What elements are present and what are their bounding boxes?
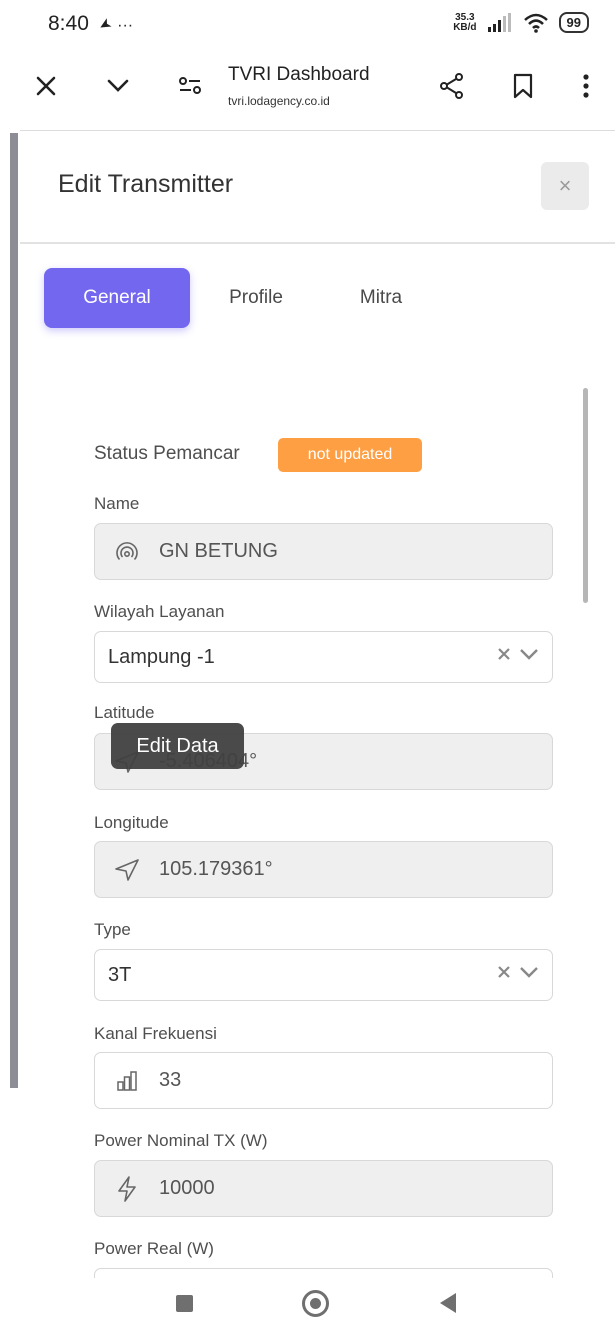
battery-indicator: 99 — [558, 12, 589, 33]
page-title: TVRI Dashboard — [228, 64, 370, 85]
power-real-label: Power Real (W) — [94, 1239, 214, 1258]
power-nominal-label: Power Nominal TX (W) — [94, 1131, 268, 1150]
kanal-frekuensi-value: 33 — [159, 1069, 182, 1091]
chevron-down-icon — [107, 79, 129, 92]
collapse-button[interactable] — [98, 66, 138, 106]
wilayah-layanan-label: Wilayah Layanan — [94, 602, 225, 621]
close-tab-button[interactable] — [26, 66, 66, 106]
tab-profile[interactable]: Profile — [208, 268, 304, 328]
modal-close-button[interactable]: × — [541, 162, 589, 210]
browser-toolbar: TVRI Dashboard tvri.lodagency.co.id — [0, 58, 615, 120]
close-icon: × — [558, 173, 572, 198]
longitude-label: Longitude — [94, 813, 169, 832]
edit-data-tooltip: Edit Data — [111, 723, 244, 769]
status-time: 8:40 ➤ ··· — [48, 12, 134, 36]
type-label: Type — [94, 920, 131, 939]
clear-icon[interactable] — [496, 646, 512, 662]
longitude-value: 105.179361° — [159, 858, 273, 880]
clear-icon[interactable] — [496, 964, 512, 980]
lightning-icon — [95, 1175, 159, 1202]
name-field[interactable]: GN BETUNG — [94, 523, 553, 580]
more-dots: ··· — [117, 17, 134, 34]
wilayah-layanan-value: Lampung -1 — [108, 645, 215, 668]
share-icon — [440, 73, 463, 99]
close-icon — [36, 76, 56, 96]
more-vertical-icon — [583, 74, 589, 98]
kanal-frekuensi-label: Kanal Frekuensi — [94, 1024, 217, 1043]
power-nominal-field[interactable]: 10000 — [94, 1160, 553, 1217]
bookmark-button[interactable] — [503, 66, 543, 106]
scrollbar-thumb[interactable] — [583, 388, 588, 603]
system-nav-bar — [0, 1278, 615, 1334]
longitude-field[interactable]: 105.179361° — [94, 841, 553, 898]
broadcast-icon — [95, 541, 159, 563]
signal-icon — [487, 12, 511, 32]
more-options-button[interactable] — [566, 66, 606, 106]
power-nominal-value: 10000 — [159, 1177, 215, 1199]
name-value: GN BETUNG — [159, 540, 278, 562]
page-edge-bar — [10, 133, 18, 1088]
bookmark-icon — [513, 73, 533, 99]
tune-icon — [179, 77, 201, 94]
home-dot-icon — [310, 1298, 321, 1309]
name-label: Name — [94, 494, 140, 513]
share-button[interactable] — [432, 66, 472, 106]
page-url[interactable]: tvri.lodagency.co.id — [228, 94, 330, 108]
network-speed: 35.3 KB/d — [453, 11, 477, 33]
tab-mitra[interactable]: Mitra — [340, 268, 422, 328]
type-value: 3T — [108, 963, 132, 986]
back-button[interactable] — [440, 1293, 456, 1313]
status-badge: not updated — [278, 438, 422, 472]
status-pemancar-label: Status Pemancar — [94, 443, 240, 464]
wilayah-layanan-select[interactable]: Lampung -1 — [94, 631, 553, 683]
bar-chart-icon — [95, 1070, 159, 1091]
navigation-arrow-icon: ➤ — [95, 14, 115, 36]
modal-divider — [20, 242, 615, 244]
latitude-label: Latitude — [94, 703, 155, 722]
status-bar: 8:40 ➤ ··· 35.3 KB/d 99 — [0, 0, 615, 52]
tab-general[interactable]: General — [44, 268, 190, 328]
wifi-icon — [523, 13, 548, 33]
toolbar-divider — [20, 130, 615, 131]
kanal-frekuensi-field[interactable]: 33 — [94, 1052, 553, 1109]
home-button[interactable] — [302, 1290, 329, 1317]
chevron-down-icon[interactable] — [518, 646, 540, 662]
site-settings-button[interactable] — [170, 66, 210, 106]
type-select[interactable]: 3T — [94, 949, 553, 1001]
modal-title: Edit Transmitter — [58, 170, 234, 198]
navigation-icon — [95, 858, 159, 882]
recent-apps-button[interactable] — [176, 1295, 193, 1312]
chevron-down-icon[interactable] — [518, 964, 540, 980]
status-indicators: 35.3 KB/d 99 — [453, 12, 589, 33]
